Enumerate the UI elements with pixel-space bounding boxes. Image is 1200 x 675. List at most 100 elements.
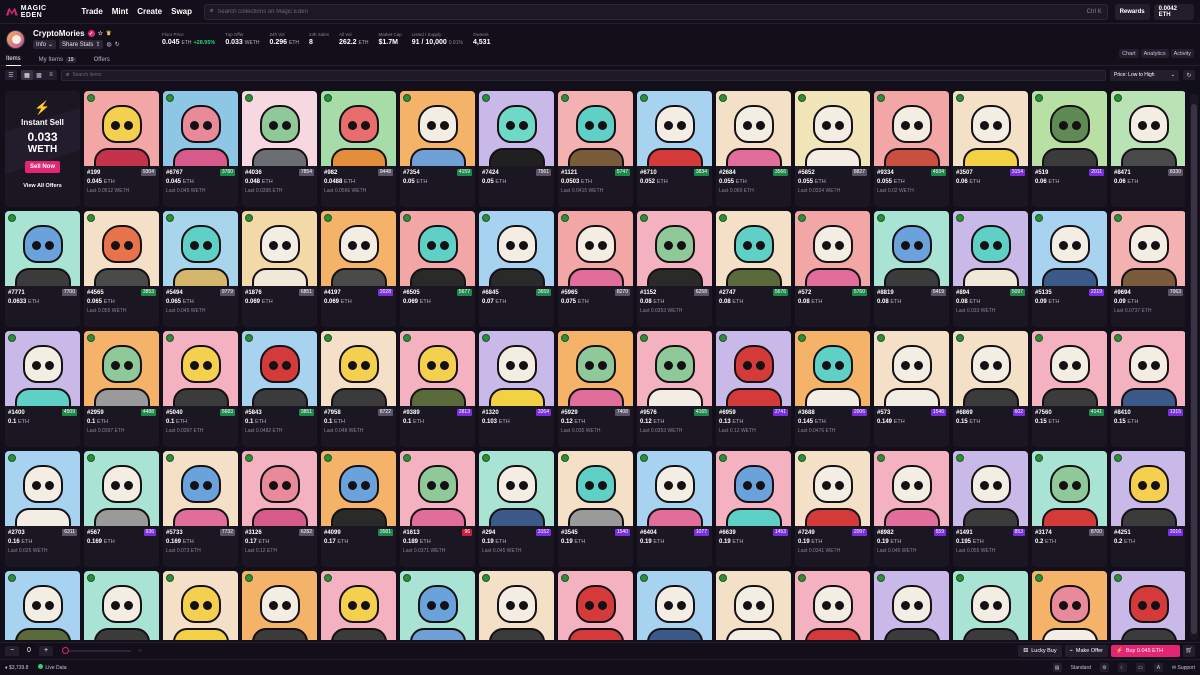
nft-image[interactable] [795, 91, 870, 166]
nft-card[interactable]: #573 1546 0.149 ETH [874, 331, 949, 447]
nft-card[interactable]: #9334 4934 0.055 ETH Last 0.02 WETH [874, 91, 949, 207]
nft-card[interactable] [716, 571, 791, 640]
nav-create[interactable]: Create [137, 7, 162, 16]
refresh-icon[interactable]: ↻ [1183, 70, 1195, 80]
select-checkbox-icon[interactable] [1114, 574, 1122, 582]
select-checkbox-icon[interactable] [324, 334, 332, 342]
nft-image[interactable] [5, 331, 80, 406]
nft-card[interactable]: #3545 1540 0.19 ETH [558, 451, 633, 567]
nft-image[interactable] [479, 211, 554, 286]
global-search[interactable]: ⌕ Ctrl K [204, 3, 1108, 20]
nft-card[interactable]: #4099 3581 0.17 ETH [321, 451, 396, 567]
nft-image[interactable] [84, 211, 159, 286]
select-checkbox-icon[interactable] [403, 454, 411, 462]
nft-card[interactable]: #6404 1077 0.19 ETH [637, 451, 712, 567]
nft-image[interactable] [874, 451, 949, 526]
settings-icon[interactable]: ⚙ [1099, 663, 1109, 672]
cart-icon[interactable]: 🛒︎ [1183, 644, 1195, 657]
nft-image[interactable] [953, 211, 1028, 286]
nft-card[interactable] [5, 571, 80, 640]
select-checkbox-icon[interactable] [798, 214, 806, 222]
nft-image[interactable] [716, 571, 791, 640]
buy-button[interactable]: ⚡ Buy 0.045 ETH [1111, 644, 1180, 657]
nft-image[interactable] [1032, 451, 1107, 526]
select-checkbox-icon[interactable] [561, 574, 569, 582]
nft-image[interactable] [1032, 211, 1107, 286]
nft-image[interactable] [558, 91, 633, 166]
nft-card[interactable]: #894 5097 0.08 ETH Last 0.033 WETH [953, 211, 1028, 327]
refresh-icon[interactable]: ↻ [115, 41, 120, 48]
select-checkbox-icon[interactable] [324, 214, 332, 222]
nft-card[interactable]: #3507 3154 0.06 ETH [953, 91, 1028, 207]
dark-mode-icon[interactable]: ☾ [1117, 663, 1127, 672]
select-checkbox-icon[interactable] [8, 454, 16, 462]
increase-quantity-button[interactable]: + [39, 645, 53, 656]
nft-image[interactable] [1111, 571, 1185, 640]
quantity-value[interactable]: 0 [21, 647, 37, 654]
select-checkbox-icon[interactable] [1114, 454, 1122, 462]
lucky-buy-button[interactable]: ⚄ Lucky Buy [1018, 644, 1062, 657]
nft-card[interactable]: #7424 7561 0.05 ETH [479, 91, 554, 207]
select-checkbox-icon[interactable] [1114, 334, 1122, 342]
select-checkbox-icon[interactable] [719, 94, 727, 102]
select-checkbox-icon[interactable] [403, 574, 411, 582]
nft-image[interactable] [479, 571, 554, 640]
nft-image[interactable] [5, 211, 80, 286]
nft-card[interactable]: #3174 8700 0.2 ETH [1032, 451, 1107, 567]
select-checkbox-icon[interactable] [245, 94, 253, 102]
share-stats-button[interactable]: Share Stats ⇪ [59, 40, 104, 49]
globe-icon[interactable]: ◍ [106, 41, 111, 48]
select-checkbox-icon[interactable] [719, 214, 727, 222]
nft-card[interactable]: #9576 4165 0.12 ETH Last 0.0353 WETH [637, 331, 712, 447]
nft-image[interactable] [479, 331, 554, 406]
select-checkbox-icon[interactable] [798, 94, 806, 102]
select-checkbox-icon[interactable] [166, 334, 174, 342]
scrollbar[interactable] [1190, 94, 1198, 640]
nav-swap[interactable]: Swap [171, 7, 192, 16]
nft-image[interactable] [637, 331, 712, 406]
nft-image[interactable] [558, 571, 633, 640]
nft-image[interactable] [84, 571, 159, 640]
nft-card[interactable]: #1491 853 0.195 ETH Last 0.055 WETH [953, 451, 1028, 567]
magic-eden-logo[interactable]: MAGIC EDEN [6, 5, 69, 19]
nft-card[interactable]: #6767 3780 0.045 ETH Last 0.045 WETH [163, 91, 238, 207]
nft-card[interactable]: #3126 6282 0.17 ETH Last 0.12 ETH [242, 451, 317, 567]
nft-card[interactable] [953, 571, 1028, 640]
select-checkbox-icon[interactable] [245, 574, 253, 582]
nft-image[interactable] [558, 451, 633, 526]
select-checkbox-icon[interactable] [640, 454, 648, 462]
select-checkbox-icon[interactable] [324, 574, 332, 582]
nft-card[interactable] [242, 571, 317, 640]
select-checkbox-icon[interactable] [956, 214, 964, 222]
nft-card[interactable]: #2684 3566 0.055 ETH Last 0.069 ETH [716, 91, 791, 207]
nft-image[interactable] [84, 331, 159, 406]
nft-card[interactable] [637, 571, 712, 640]
nft-card[interactable]: #1876 6851 0.069 ETH [242, 211, 317, 327]
list-view-icon[interactable]: ≡ [45, 70, 57, 80]
nft-card[interactable] [163, 571, 238, 640]
select-checkbox-icon[interactable] [877, 454, 885, 462]
nft-card[interactable]: #1152 6258 0.08 ETH Last 0.0353 WETH [637, 211, 712, 327]
nft-card[interactable] [795, 571, 870, 640]
nft-image[interactable] [84, 91, 159, 166]
global-search-input[interactable] [217, 8, 1083, 15]
select-checkbox-icon[interactable] [719, 574, 727, 582]
nft-image[interactable] [637, 91, 712, 166]
select-checkbox-icon[interactable] [956, 454, 964, 462]
nft-image[interactable] [163, 571, 238, 640]
nft-image[interactable] [953, 451, 1028, 526]
select-checkbox-icon[interactable] [403, 94, 411, 102]
nft-image[interactable] [874, 331, 949, 406]
nft-card[interactable]: #7354 4159 0.05 ETH [400, 91, 475, 207]
nft-image[interactable] [874, 91, 949, 166]
nft-image[interactable] [5, 571, 80, 640]
nft-image[interactable] [953, 331, 1028, 406]
select-checkbox-icon[interactable] [1035, 334, 1043, 342]
star-icon[interactable]: ☆ [98, 30, 103, 37]
select-checkbox-icon[interactable] [1035, 574, 1043, 582]
nft-image[interactable] [400, 331, 475, 406]
select-checkbox-icon[interactable] [1035, 94, 1043, 102]
tab-items[interactable]: Items [6, 54, 21, 66]
nft-image[interactable] [163, 91, 238, 166]
nft-image[interactable] [479, 91, 554, 166]
